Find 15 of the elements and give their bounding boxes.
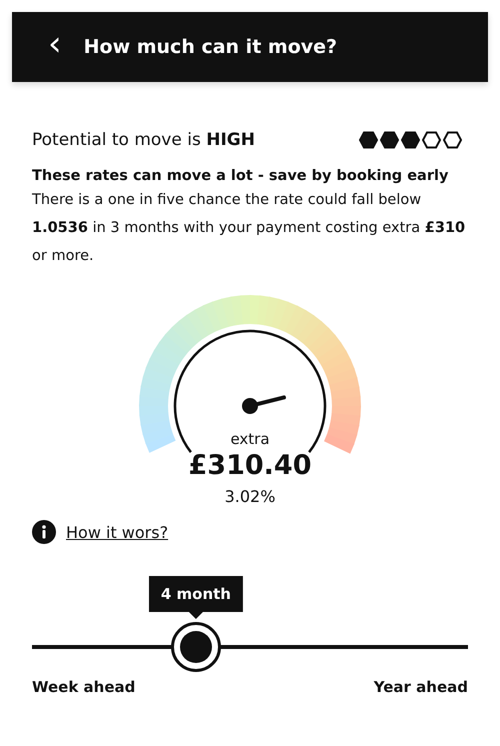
gauge-caption: extra [230, 430, 270, 448]
slider-tooltip: 4 month [148, 576, 243, 619]
potential-label: Potential to move is HIGH [32, 130, 255, 150]
back-button[interactable]: ‹ [48, 27, 62, 67]
gauge-percent: 3.02% [224, 487, 276, 506]
slider-thumb[interactable] [170, 622, 221, 672]
info-icon [32, 520, 56, 544]
description: There is a one in five chance the rate could fall below 1.0536 in 3 months with your payment costing extra £310 or more. [32, 191, 466, 266]
headline: These rates can move a lot - save by booking early [32, 168, 450, 184]
slider-min-label: Week ahead [32, 678, 136, 696]
gauge-amount: £310.40 [188, 450, 312, 481]
slider-max-label: Year ahead [374, 678, 468, 696]
how-it-works-link[interactable]: How it wors? [66, 522, 168, 542]
page-title: How much can it move? [84, 36, 338, 58]
gauge-needle [242, 395, 286, 414]
